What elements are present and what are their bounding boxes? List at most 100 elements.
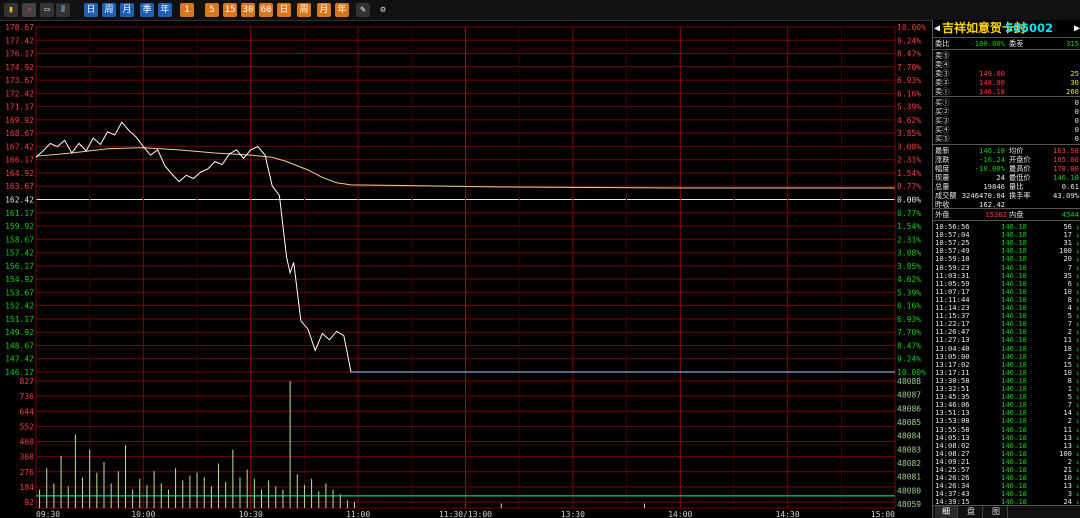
price-tick-label: 146.17 <box>5 368 34 377</box>
outer-label: 外盘 <box>935 210 950 219</box>
draw-pen-icon[interactable]: ✎ <box>356 3 370 17</box>
volume-right-tick-label: 48087 <box>897 391 921 400</box>
stat-value: -10.00% <box>974 164 1005 173</box>
ask-volume: 260 <box>1066 87 1079 96</box>
volume-right-tick-label: 48059 <box>897 500 921 509</box>
stat-row: 成交额 3246470.04 换手率 43.09% <box>933 191 1080 200</box>
ask-label: 卖③ <box>935 69 950 78</box>
stat-value-2: 165.00 <box>1053 155 1079 164</box>
stat-label: 成交额 <box>935 191 957 200</box>
time-tick-label: 15:00 <box>871 510 895 518</box>
quote-panel: ◀ 吉祥如意贺卡封 505002 ▶ 委比 -100.00% 委差 315 外盘… <box>932 20 1080 518</box>
stat-row: 昨收 162.42 <box>933 200 1080 209</box>
period-1-icon[interactable]: 1 <box>180 3 194 17</box>
period-y-icon[interactable]: 年 <box>335 3 349 17</box>
period-15-icon[interactable]: 15 <box>223 3 237 17</box>
price-tick-label: 158.67 <box>5 235 34 244</box>
period-d-icon[interactable]: 日 <box>277 3 291 17</box>
price-tick-label: 163.67 <box>5 182 34 191</box>
stat-value-2: 43.09% <box>1053 191 1079 200</box>
tool-1-icon[interactable]: 日 <box>84 3 98 17</box>
period-5-icon[interactable]: 5 <box>205 3 219 17</box>
price-tick-label: 151.17 <box>5 315 34 324</box>
quote-title: ◀ 吉祥如意贺卡封 505002 ▶ <box>933 20 1080 38</box>
bid-volume: 0 <box>1074 134 1079 143</box>
period-m-icon[interactable]: 月 <box>317 3 331 17</box>
price-tick-label: 162.42 <box>5 196 34 205</box>
volume-tick-label: 368 <box>20 453 35 462</box>
bid-volume: 0 <box>1074 125 1079 134</box>
price-tick-label: 147.42 <box>5 355 34 364</box>
panel-tab[interactable]: 细 <box>935 506 958 518</box>
pct-tick-label: 4.62% <box>897 275 921 284</box>
period-w-icon[interactable]: 周 <box>297 3 311 17</box>
price-tick-label: 164.92 <box>5 169 34 178</box>
toolbar: ▮ ↗ ▭ ⫴ 日周月季年 1 5 15 30 60 日周月年 ✎ ⚙ <box>0 0 1080 21</box>
pct-tick-label: 10.00% <box>897 23 926 32</box>
pct-tick-label: 0.00% <box>897 196 921 205</box>
price-tick-label: 161.17 <box>5 209 34 218</box>
volume-tick-label: 460 <box>20 438 35 447</box>
period-30-icon[interactable]: 30 <box>241 3 255 17</box>
prev-stock-arrow-icon[interactable]: ◀ <box>934 20 940 37</box>
stat-label: 涨跌 <box>935 155 950 164</box>
ask-label: 卖② <box>935 78 950 87</box>
bid-label: 买⑤ <box>935 134 950 143</box>
bid-row: 买④ 0 <box>933 125 1080 134</box>
pct-tick-label: 8.47% <box>897 50 921 59</box>
tool-2-icon[interactable]: 周 <box>102 3 116 17</box>
intraday-chart[interactable]: 178.67 10.00% 177.42 9.24% 176.17 8.47% 174.92… <box>0 20 930 518</box>
ask-row: 卖② 148.90 30 <box>933 78 1080 87</box>
window-icon[interactable]: ▭ <box>40 3 54 17</box>
outer-value: 15302 <box>985 210 1007 219</box>
panel-tab[interactable]: 盘 <box>960 506 983 518</box>
price-tick-label: 169.92 <box>5 116 34 125</box>
pct-tick-label: 5.39% <box>897 103 921 112</box>
period-60-icon[interactable]: 60 <box>259 3 273 17</box>
panel-tab[interactable]: 图 <box>985 506 1008 518</box>
bid-row: 买① 0 <box>933 98 1080 107</box>
price-tick-label: 173.67 <box>5 76 34 85</box>
stat-label-2: 开盘价 <box>1009 155 1031 164</box>
bid-label: 买③ <box>935 116 950 125</box>
time-tick-label: 09:30 <box>36 510 60 518</box>
volume-right-tick-label: 48084 <box>897 432 921 441</box>
candles-icon[interactable]: ⫴ <box>56 3 70 17</box>
pct-tick-label: 3.85% <box>897 129 921 138</box>
pct-tick-label: 6.16% <box>897 89 921 98</box>
stat-value-2: 146.18 <box>1053 173 1079 182</box>
weibi-row: 委比 -100.00% 委差 315 <box>933 39 1080 48</box>
pct-tick-label: 4.62% <box>897 116 921 125</box>
bid-label: 买② <box>935 107 950 116</box>
tick-volume: 24 <box>1063 497 1072 507</box>
ask-label: 卖④ <box>935 60 950 69</box>
gear-icon[interactable]: ⚙ <box>376 3 390 17</box>
bid-volume: 0 <box>1074 107 1079 116</box>
volume-tick-label: 644 <box>20 407 35 416</box>
stat-value: 162.42 <box>979 200 1005 209</box>
stat-value: 146.18 <box>979 146 1005 155</box>
next-stock-arrow-icon[interactable]: ▶ <box>1074 20 1080 37</box>
time-tick-label: 10:00 <box>131 510 155 518</box>
bar-chart-icon[interactable]: ▮ <box>4 3 18 17</box>
pct-tick-label: 3.08% <box>897 142 921 151</box>
volume-right-tick-label: 48088 <box>897 377 921 386</box>
bid-volume: 0 <box>1074 98 1079 107</box>
tool-5-icon[interactable]: 年 <box>158 3 172 17</box>
stat-row: 最新 146.18 均价 163.58 <box>933 146 1080 155</box>
stat-row: 现量 24 最低价 146.18 <box>933 173 1080 182</box>
price-tick-label: 154.92 <box>5 275 34 284</box>
bid-volume: 0 <box>1074 116 1079 125</box>
tool-3-icon[interactable]: 月 <box>120 3 134 17</box>
price-tick-label: 156.17 <box>5 262 34 271</box>
volume-right-tick-label: 48086 <box>897 404 921 413</box>
volume-tick-label: 276 <box>20 468 35 477</box>
stat-label: 总量 <box>935 182 950 191</box>
tool-4-icon[interactable]: 季 <box>140 3 154 17</box>
time-tick-label: 11:00 <box>346 510 370 518</box>
pct-tick-label: 9.24% <box>897 36 921 45</box>
pct-tick-label: 1.54% <box>897 169 921 178</box>
line-chart-icon[interactable]: ↗ <box>22 3 36 17</box>
price-tick-label: 149.92 <box>5 328 34 337</box>
bid-row: 买⑤ 0 <box>933 134 1080 143</box>
